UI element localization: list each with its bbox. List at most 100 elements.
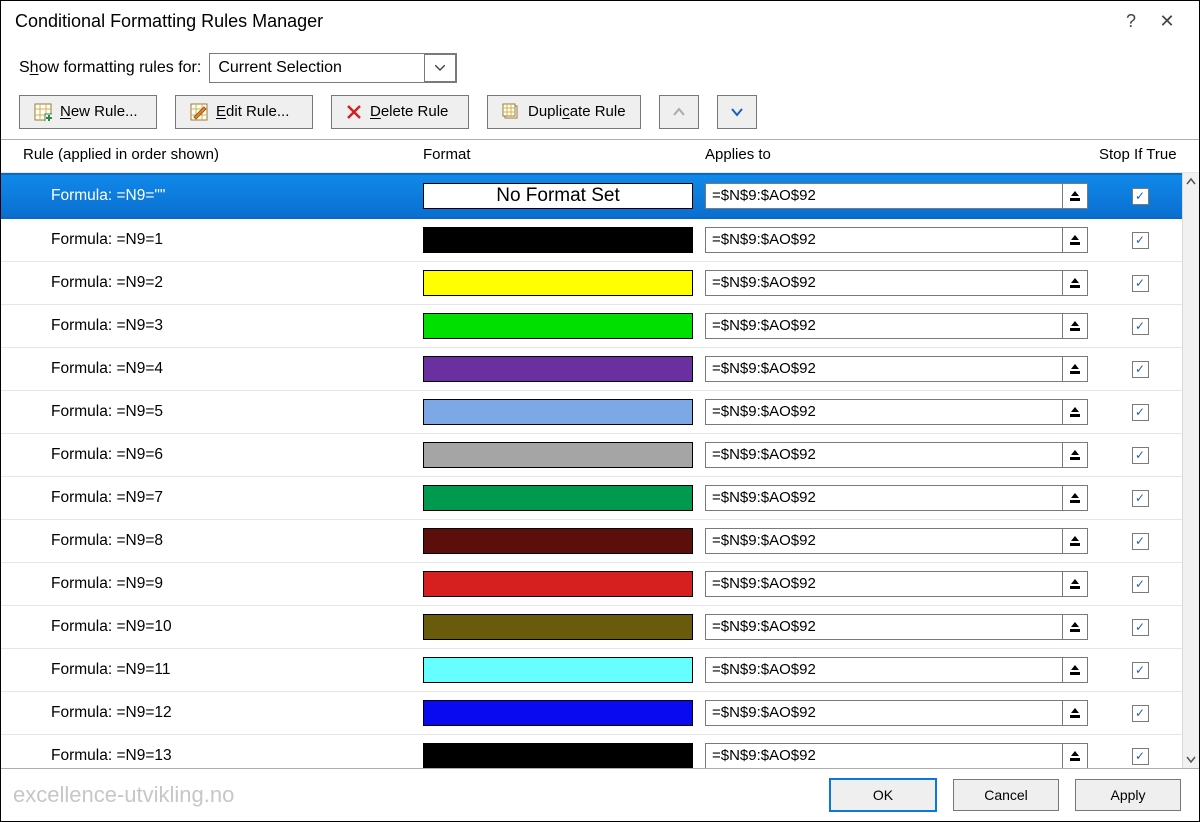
range-picker-icon[interactable] bbox=[1063, 571, 1088, 597]
rule-format-swatch[interactable] bbox=[423, 571, 693, 597]
ok-button[interactable]: OK bbox=[829, 778, 937, 812]
stop-checkbox[interactable]: ✓ bbox=[1132, 705, 1149, 722]
scroll-up-icon[interactable] bbox=[1186, 177, 1196, 185]
rule-format-swatch[interactable] bbox=[423, 485, 693, 511]
range-picker-icon[interactable] bbox=[1063, 485, 1088, 511]
move-down-button[interactable] bbox=[717, 95, 757, 129]
range-picker-icon[interactable] bbox=[1063, 528, 1088, 554]
rule-row[interactable]: Formula: =N9=10=$N$9:$AO$92✓ bbox=[1, 606, 1182, 649]
stop-checkbox[interactable]: ✓ bbox=[1132, 662, 1149, 679]
titlebar: Conditional Formatting Rules Manager ? ✕ bbox=[1, 1, 1199, 43]
rule-applies: =$N$9:$AO$92 bbox=[705, 614, 1088, 640]
stop-checkbox[interactable]: ✓ bbox=[1132, 404, 1149, 421]
rule-format-swatch[interactable] bbox=[423, 700, 693, 726]
range-picker-icon[interactable] bbox=[1063, 442, 1088, 468]
range-picker-icon[interactable] bbox=[1063, 356, 1088, 382]
applies-field[interactable]: =$N$9:$AO$92 bbox=[705, 614, 1063, 640]
applies-field[interactable]: =$N$9:$AO$92 bbox=[705, 571, 1063, 597]
rule-name: Formula: =N9=9 bbox=[23, 575, 423, 594]
range-picker-icon[interactable] bbox=[1063, 743, 1088, 768]
rule-format-swatch[interactable] bbox=[423, 743, 693, 768]
range-picker-icon[interactable] bbox=[1063, 270, 1088, 296]
rule-row[interactable]: Formula: =N9=12 =$N$9:$AO$92 ✓ bbox=[1, 692, 1182, 735]
stop-if-true: ✓ bbox=[1098, 490, 1182, 507]
rule-row[interactable]: Formula: =N9=13 =$N$9:$AO$92 ✓ bbox=[1, 735, 1182, 768]
range-picker-icon[interactable] bbox=[1063, 313, 1088, 339]
rule-format-swatch[interactable] bbox=[423, 528, 693, 554]
applies-field[interactable]: =$N$9:$AO$92 bbox=[705, 485, 1063, 511]
range-picker-icon[interactable] bbox=[1063, 183, 1088, 209]
rule-format-swatch[interactable] bbox=[423, 356, 693, 382]
rule-row[interactable]: Formula: =N9=6 =$N$9:$AO$92 ✓ bbox=[1, 434, 1182, 477]
rule-name: Formula: =N9=12 bbox=[23, 704, 423, 723]
applies-field[interactable]: =$N$9:$AO$92 bbox=[705, 313, 1063, 339]
close-icon[interactable]: ✕ bbox=[1149, 11, 1185, 33]
applies-field[interactable]: =$N$9:$AO$92 bbox=[705, 743, 1063, 768]
rule-row[interactable]: Formula: =N9=1=$N$9:$AO$92✓ bbox=[1, 219, 1182, 262]
range-picker-icon[interactable] bbox=[1063, 614, 1088, 640]
rule-name: Formula: =N9=4 bbox=[23, 360, 423, 379]
range-picker-icon[interactable] bbox=[1063, 700, 1088, 726]
cancel-button[interactable]: Cancel bbox=[953, 779, 1059, 811]
rule-name: Formula: =N9=8 bbox=[23, 532, 423, 551]
stop-checkbox[interactable]: ✓ bbox=[1132, 361, 1149, 378]
applies-field[interactable]: =$N$9:$AO$92 bbox=[705, 227, 1063, 253]
applies-field[interactable]: =$N$9:$AO$92 bbox=[705, 183, 1063, 209]
range-picker-icon[interactable] bbox=[1063, 657, 1088, 683]
stop-if-true: ✓ bbox=[1098, 576, 1182, 593]
stop-checkbox[interactable]: ✓ bbox=[1132, 748, 1149, 765]
delete-rule-button[interactable]: Delete Rule bbox=[331, 95, 469, 129]
rule-row[interactable]: Formula: =N9=2 =$N$9:$AO$92 ✓ bbox=[1, 262, 1182, 305]
rule-format-swatch[interactable] bbox=[423, 227, 693, 253]
rule-name: Formula: =N9=6 bbox=[23, 446, 423, 465]
rule-row[interactable]: Formula: =N9=11 =$N$9:$AO$92 ✓ bbox=[1, 649, 1182, 692]
stop-checkbox[interactable]: ✓ bbox=[1132, 619, 1149, 636]
stop-checkbox[interactable]: ✓ bbox=[1132, 447, 1149, 464]
new-rule-button[interactable]: New Rule... bbox=[19, 95, 157, 129]
rule-applies: =$N$9:$AO$92 bbox=[705, 399, 1088, 425]
rule-format-swatch[interactable] bbox=[423, 614, 693, 640]
rule-name: Formula: =N9=11 bbox=[23, 661, 423, 680]
applies-field[interactable]: =$N$9:$AO$92 bbox=[705, 399, 1063, 425]
rule-format-swatch[interactable] bbox=[423, 270, 693, 296]
scope-select[interactable]: Current Selection bbox=[209, 53, 457, 83]
rule-name: Formula: =N9=13 bbox=[23, 747, 423, 766]
rule-format-swatch[interactable] bbox=[423, 313, 693, 339]
rule-row[interactable]: Formula: =N9=""No Format Set=$N$9:$AO$92… bbox=[1, 173, 1182, 219]
scroll-down-icon[interactable] bbox=[1186, 756, 1196, 764]
applies-field[interactable]: =$N$9:$AO$92 bbox=[705, 528, 1063, 554]
applies-field[interactable]: =$N$9:$AO$92 bbox=[705, 657, 1063, 683]
footer: excellence-utvikling.no OK Cancel Apply bbox=[1, 768, 1199, 821]
rule-row[interactable]: Formula: =N9=4 =$N$9:$AO$92 ✓ bbox=[1, 348, 1182, 391]
chevron-up-icon bbox=[673, 107, 685, 117]
stop-checkbox[interactable]: ✓ bbox=[1132, 576, 1149, 593]
applies-field[interactable]: =$N$9:$AO$92 bbox=[705, 356, 1063, 382]
edit-rule-button[interactable]: Edit Rule... bbox=[175, 95, 313, 129]
applies-field[interactable]: =$N$9:$AO$92 bbox=[705, 442, 1063, 468]
range-picker-icon[interactable] bbox=[1063, 227, 1088, 253]
rule-row[interactable]: Formula: =N9=9 =$N$9:$AO$92 ✓ bbox=[1, 563, 1182, 606]
rule-format-swatch[interactable] bbox=[423, 399, 693, 425]
rule-row[interactable]: Formula: =N9=3=$N$9:$AO$92✓ bbox=[1, 305, 1182, 348]
stop-checkbox[interactable]: ✓ bbox=[1132, 275, 1149, 292]
rule-applies: =$N$9:$AO$92 bbox=[705, 270, 1088, 296]
scrollbar[interactable] bbox=[1182, 173, 1199, 768]
rule-format-swatch[interactable]: No Format Set bbox=[423, 183, 693, 209]
apply-button[interactable]: Apply bbox=[1075, 779, 1181, 811]
stop-checkbox[interactable]: ✓ bbox=[1132, 490, 1149, 507]
rule-row[interactable]: Formula: =N9=8 =$N$9:$AO$92 ✓ bbox=[1, 520, 1182, 563]
stop-checkbox[interactable]: ✓ bbox=[1132, 318, 1149, 335]
stop-checkbox[interactable]: ✓ bbox=[1132, 188, 1149, 205]
range-picker-icon[interactable] bbox=[1063, 399, 1088, 425]
rule-row[interactable]: Formula: =N9=5=$N$9:$AO$92✓ bbox=[1, 391, 1182, 434]
help-icon[interactable]: ? bbox=[1113, 11, 1149, 33]
rule-row[interactable]: Formula: =N9=7=$N$9:$AO$92✓ bbox=[1, 477, 1182, 520]
rule-name: Formula: =N9=2 bbox=[23, 274, 423, 293]
rule-format-swatch[interactable] bbox=[423, 657, 693, 683]
rule-format-swatch[interactable] bbox=[423, 442, 693, 468]
duplicate-rule-button[interactable]: Duplicate Rule bbox=[487, 95, 641, 129]
applies-field[interactable]: =$N$9:$AO$92 bbox=[705, 700, 1063, 726]
stop-checkbox[interactable]: ✓ bbox=[1132, 533, 1149, 550]
applies-field[interactable]: =$N$9:$AO$92 bbox=[705, 270, 1063, 296]
stop-checkbox[interactable]: ✓ bbox=[1132, 232, 1149, 249]
